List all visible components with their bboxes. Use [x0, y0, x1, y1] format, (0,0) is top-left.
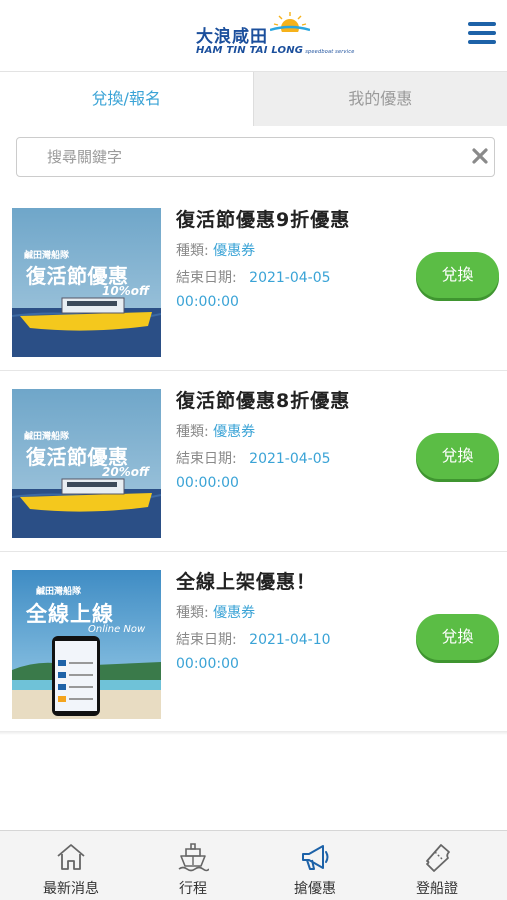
offer-title: 全線上架優惠！	[176, 571, 317, 593]
type-value: 優惠券	[213, 605, 256, 621]
sun-logo-icon	[270, 12, 310, 32]
logo-english-text: HAM TIN TAI LONG speedboat service	[196, 45, 355, 56]
type-label: 種類:	[176, 605, 209, 621]
end-time-value: 00:00:00	[176, 294, 239, 310]
search-box	[16, 137, 495, 177]
redeem-button[interactable]: 兌換	[416, 252, 499, 298]
nav-item-news[interactable]: 最新消息	[8, 831, 134, 900]
offer-type: 種類: 優惠券	[176, 240, 255, 260]
offer-title: 復活節優惠8折優惠	[176, 390, 351, 412]
megaphone-icon	[302, 845, 329, 870]
offer-type: 種類: 優惠券	[176, 421, 255, 441]
nav-label: 登船證	[416, 881, 458, 897]
type-label: 種類:	[176, 424, 209, 440]
app-header: 大浪咸田 HAM TIN TAI LONG speedboat service	[0, 0, 507, 72]
ship-icon	[178, 843, 209, 872]
offer-type: 種類: 優惠券	[176, 602, 255, 622]
nav-label: 搶優惠	[294, 881, 336, 897]
type-label: 種類:	[176, 243, 209, 259]
list-divider	[0, 731, 507, 735]
redeem-button[interactable]: 兌換	[416, 614, 499, 660]
home-icon	[57, 844, 85, 870]
offer-title: 復活節優惠9折優惠	[176, 209, 351, 231]
end-time-value: 00:00:00	[176, 475, 239, 491]
offer-thumbnail: 鹹田灣船隊 全線上線 Online Now	[12, 570, 161, 719]
nav-item-offers[interactable]: 搶優惠	[252, 831, 378, 900]
clear-icon[interactable]	[471, 147, 489, 165]
tab-my-offers[interactable]: 我的優惠	[253, 72, 507, 126]
end-time-value: 00:00:00	[176, 656, 239, 672]
end-date-label: 結束日期:	[176, 270, 237, 286]
offer-thumbnail: 鹹田灣船隊 復活節優惠 10%off	[12, 208, 161, 357]
offer-end-date: 結束日期: 2021-04-10	[176, 629, 331, 649]
tab-redeem[interactable]: 兌換/報名	[0, 72, 254, 126]
offer-tabs: 兌換/報名 我的優惠	[0, 72, 507, 126]
offer-thumbnail: 鹹田灣船隊 復活節優惠 20%off	[12, 389, 161, 538]
redeem-button[interactable]: 兌換	[416, 433, 499, 479]
end-date-value: 2021-04-05	[249, 270, 331, 286]
logo-chinese-text: 大浪咸田	[196, 27, 268, 47]
thumb-tag: Online Now	[88, 624, 146, 635]
thumb-tag: 20%off	[102, 465, 149, 479]
search-input[interactable]	[47, 138, 447, 176]
brand-logo[interactable]: 大浪咸田 HAM TIN TAI LONG speedboat service	[196, 8, 354, 60]
offer-card[interactable]: 鹹田灣船隊 復活節優惠 10%off 復活節優惠9折優惠 種類: 優惠券 結束日…	[0, 190, 507, 371]
nav-label: 行程	[179, 881, 207, 897]
hamburger-menu-icon[interactable]	[468, 22, 496, 46]
nav-item-itinerary[interactable]: 行程	[130, 831, 256, 900]
type-value: 優惠券	[213, 243, 256, 259]
offer-end-date: 結束日期: 2021-04-05	[176, 448, 331, 468]
offer-card[interactable]: 鹹田灣船隊 復活節優惠 20%off 復活節優惠8折優惠 種類: 優惠券 結束日…	[0, 371, 507, 552]
offer-card[interactable]: 鹹田灣船隊 全線上線 Online Now 全線上架優惠！ 種類: 優惠券 結束…	[0, 552, 507, 733]
end-date-value: 2021-04-05	[249, 451, 331, 467]
end-date-label: 結束日期:	[176, 632, 237, 648]
thumb-brand-text: 鹹田灣船隊	[36, 587, 82, 597]
offer-end-date: 結束日期: 2021-04-05	[176, 267, 331, 287]
nav-item-boarding-pass[interactable]: 登船證	[374, 831, 500, 900]
bottom-nav: 最新消息 行程 搶優惠 登船證	[0, 830, 507, 900]
type-value: 優惠券	[213, 424, 256, 440]
nav-label: 最新消息	[43, 881, 99, 897]
end-date-label: 結束日期:	[176, 451, 237, 467]
ticket-icon	[426, 844, 450, 872]
thumb-tag: 10%off	[102, 284, 149, 298]
end-date-value: 2021-04-10	[249, 632, 331, 648]
